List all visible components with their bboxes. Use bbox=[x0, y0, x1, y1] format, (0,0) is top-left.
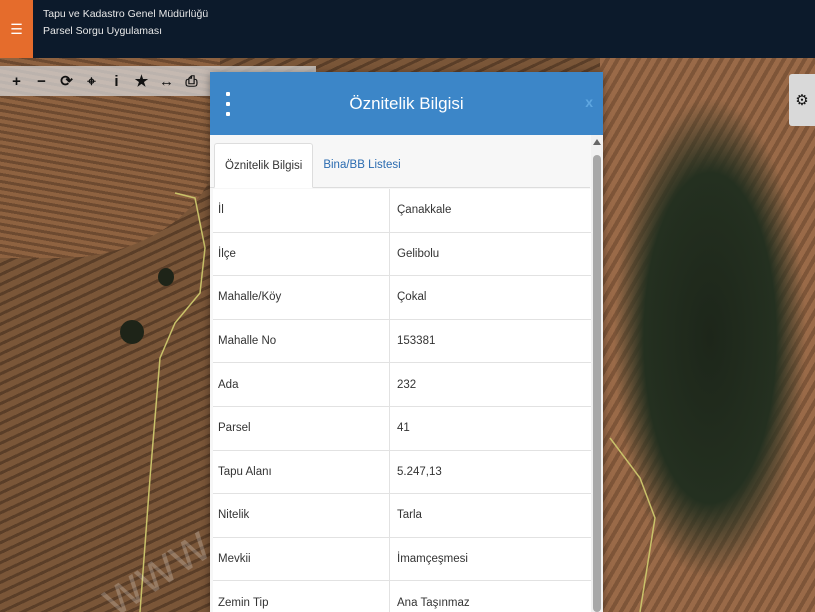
dialog-title: Öznitelik Bilgisi bbox=[349, 93, 464, 113]
close-icon[interactable]: x bbox=[585, 94, 593, 110]
table-row: Mevkii İmamçeşmesi bbox=[213, 537, 591, 582]
row-value: 153381 bbox=[397, 335, 436, 348]
print-button[interactable]: ⎙ bbox=[179, 66, 204, 96]
info-button[interactable]: i bbox=[104, 66, 129, 96]
table-row: Mahalle No 153381 bbox=[213, 319, 591, 364]
info-icon: i bbox=[114, 72, 119, 90]
favorite-button[interactable]: ★ bbox=[129, 66, 154, 96]
table-row: Ada 232 bbox=[213, 363, 591, 407]
locate-button[interactable]: ⌖ bbox=[79, 66, 104, 96]
org-title: Tapu ve Kadastro Genel Müdürlüğü bbox=[43, 8, 209, 20]
locate-icon: ⌖ bbox=[87, 72, 96, 90]
table-row: İl Çanakkale bbox=[213, 189, 591, 233]
tab-attribute-info[interactable]: Öznitelik Bilgisi bbox=[214, 143, 314, 188]
print-icon: ⎙ bbox=[185, 72, 198, 90]
row-key: Zemin Tip bbox=[213, 581, 390, 612]
row-value: Çanakkale bbox=[397, 204, 452, 217]
header-titles: Tapu ve Kadastro Genel Müdürlüğü Parsel … bbox=[43, 6, 208, 40]
dialog-body: Öznitelik Bilgisi Bina/BB Listesi İl Çan… bbox=[210, 135, 603, 612]
row-key: Parsel bbox=[213, 406, 390, 450]
gear-icon: ⚙ bbox=[795, 92, 809, 109]
zoom-out-icon: − bbox=[37, 72, 46, 90]
table-row: Tapu Alanı 5.247,13 bbox=[213, 450, 591, 495]
row-key: Tapu Alanı bbox=[213, 450, 390, 494]
row-key: Nitelik bbox=[213, 494, 390, 537]
row-value: Ana Taşınmaz bbox=[397, 596, 470, 609]
table-row: Mahalle/Köy Çokal bbox=[213, 276, 591, 320]
row-value: 41 bbox=[397, 422, 410, 435]
row-value: 232 bbox=[397, 378, 417, 391]
app-title: Parsel Sorgu Uygulaması bbox=[43, 25, 163, 37]
scroll-thumb[interactable] bbox=[593, 155, 601, 612]
measure-button[interactable]: ↔ bbox=[154, 66, 179, 96]
row-value: 5.247,13 bbox=[397, 465, 442, 478]
table-row: İlçe Gelibolu bbox=[213, 232, 591, 277]
table-row: Nitelik Tarla bbox=[213, 494, 591, 538]
attribute-dialog: Öznitelik Bilgisi x Öznitelik Bilgisi Bi… bbox=[210, 72, 603, 612]
table-row: Zemin Tip Ana Taşınmaz bbox=[213, 581, 591, 612]
scroll-up-icon[interactable] bbox=[593, 139, 601, 145]
settings-button[interactable]: ⚙ bbox=[789, 74, 815, 126]
row-key: Mevkii bbox=[213, 537, 390, 581]
dialog-tabs: Öznitelik Bilgisi Bina/BB Listesi bbox=[210, 141, 590, 188]
zoom-in-button[interactable]: + bbox=[4, 66, 29, 96]
tab-building-list[interactable]: Bina/BB Listesi bbox=[313, 142, 410, 187]
row-value: Gelibolu bbox=[397, 247, 440, 260]
row-key: Mahalle/Köy bbox=[213, 276, 390, 319]
menu-button[interactable]: ☰ bbox=[0, 0, 33, 58]
table-row: Parsel 41 bbox=[213, 406, 591, 451]
row-key: İlçe bbox=[213, 232, 390, 276]
attribute-table: İl Çanakkale İlçe Gelibolu Mahalle/Köy Ç… bbox=[213, 189, 591, 612]
zoom-out-button[interactable]: − bbox=[29, 66, 54, 96]
zoom-in-icon: + bbox=[12, 72, 21, 90]
row-key: Mahalle No bbox=[213, 319, 390, 363]
row-value: Tarla bbox=[397, 509, 422, 522]
row-key: Ada bbox=[213, 363, 390, 406]
measure-icon: ↔ bbox=[159, 72, 174, 90]
dialog-header: Öznitelik Bilgisi x bbox=[210, 72, 603, 135]
refresh-button[interactable]: ⟳ bbox=[54, 66, 79, 96]
star-icon: ★ bbox=[134, 73, 149, 90]
row-key: İl bbox=[213, 189, 390, 232]
row-value: İmamçeşmesi bbox=[397, 553, 468, 566]
row-value: Çokal bbox=[397, 291, 427, 304]
refresh-icon: ⟳ bbox=[60, 73, 73, 90]
app-header: ☰ Tapu ve Kadastro Genel Müdürlüğü Parse… bbox=[0, 0, 815, 58]
dialog-scrollbar[interactable] bbox=[591, 135, 603, 612]
hamburger-icon: ☰ bbox=[10, 20, 23, 37]
kebab-menu-icon[interactable] bbox=[222, 92, 234, 116]
